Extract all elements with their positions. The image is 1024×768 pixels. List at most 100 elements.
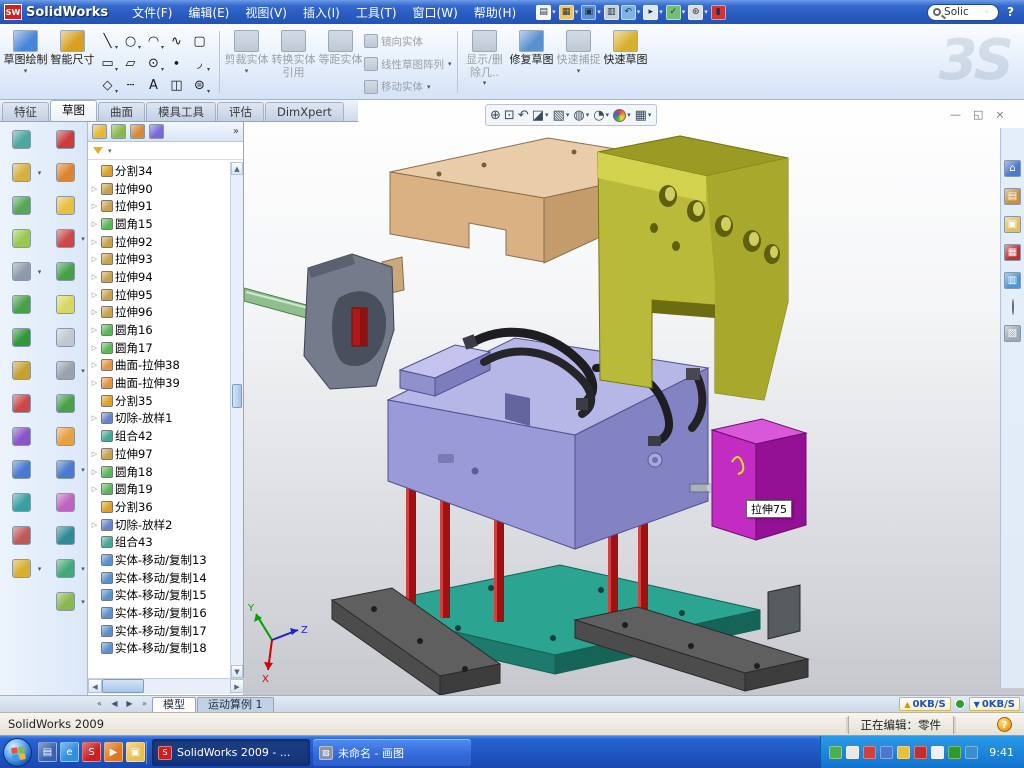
plane-tool[interactable]: ◫ [165, 74, 188, 96]
exploded-mold-assembly[interactable]: Y Z X [244, 122, 1000, 695]
chevron-down-icon[interactable]: ▾ [552, 8, 556, 16]
tree-item[interactable]: ▷拉伸95 [88, 286, 231, 304]
ribbon-tab[interactable]: 模具工具 [146, 102, 216, 121]
tree-item[interactable]: ▷拉伸96 [88, 304, 231, 322]
chevron-down-icon[interactable]: ▾ [483, 79, 487, 87]
polygon-tool[interactable]: ◇▾ [96, 74, 119, 96]
chevron-down-icon[interactable]: ▾ [81, 598, 85, 606]
line-tool[interactable]: ╲▾ [96, 30, 119, 52]
chevron-down-icon[interactable]: ▾ [81, 367, 85, 375]
left-tool-icon[interactable]: ▾ [56, 361, 75, 381]
graphics-viewport[interactable]: ⊕⊡↶◪▾▧▾◍▾◔▾▾▦▾ —◱× [244, 100, 1024, 695]
chevron-down-icon[interactable]: ▾ [207, 88, 210, 95]
zoom-fit-icon[interactable]: ⊕ [490, 108, 501, 123]
expand-arrow-icon[interactable]: ▷ [90, 202, 99, 210]
tree-item[interactable]: ▷拉伸91 [88, 197, 231, 215]
chevron-down-icon[interactable]: ▾ [637, 8, 641, 16]
chevron-down-icon[interactable]: ▾ [427, 83, 431, 91]
tree-item[interactable]: 实体-移动/复制17 [88, 622, 231, 640]
smart-dimension-button[interactable]: 智能尺寸 [49, 27, 96, 97]
scrollbar-thumb[interactable] [232, 384, 242, 408]
left-tool-icon[interactable]: ▾ [56, 460, 75, 480]
display-delete-relations-button[interactable]: 显示/删除几..▾ [461, 27, 508, 97]
expand-arrow-icon[interactable]: ▷ [90, 521, 99, 529]
menu-item[interactable]: 编辑(E) [180, 1, 237, 24]
tree-filter-row[interactable]: ▾ [88, 142, 243, 160]
slide-insert[interactable] [244, 254, 404, 389]
chevron-down-icon[interactable]: ▾ [81, 565, 85, 573]
chevron-down-icon[interactable]: ▾ [138, 44, 141, 51]
appearances-icon[interactable] [1012, 300, 1014, 314]
menu-item[interactable]: 视图(V) [237, 1, 295, 24]
menu-item[interactable]: 文件(F) [124, 1, 180, 24]
tree-item[interactable]: 组合43 [88, 533, 231, 551]
select-arrow-icon[interactable]: ▸▾ [643, 5, 664, 20]
tree-item[interactable]: ▷拉伸92 [88, 233, 231, 251]
expand-arrow-icon[interactable]: ▷ [90, 450, 99, 458]
tree-item[interactable]: ▷拉伸90 [88, 180, 231, 198]
chevron-down-icon[interactable]: ▾ [545, 111, 549, 119]
tree-item[interactable]: 实体-移动/复制18 [88, 640, 231, 658]
expand-arrow-icon[interactable]: ▷ [90, 468, 99, 476]
chevron-down-icon[interactable]: ▾ [115, 66, 118, 73]
left-tool-icon[interactable] [56, 394, 75, 414]
yellow-bracket[interactable] [598, 136, 788, 400]
model-tab[interactable]: 运动算例 1 [197, 697, 274, 712]
tree-item[interactable]: ▷切除-放样1 [88, 410, 231, 428]
chevron-down-icon[interactable]: ▾ [704, 8, 708, 16]
quick-snaps-button[interactable]: 快速捕捉▾ [555, 27, 602, 97]
featuremanager-tab-icon[interactable] [92, 124, 107, 139]
help-button[interactable]: ? [1007, 5, 1014, 19]
scroll-up-button[interactable]: ▲ [231, 162, 243, 175]
configurationmanager-tab-icon[interactable] [130, 124, 145, 139]
expand-arrow-icon[interactable]: ▷ [90, 220, 99, 228]
tree-item[interactable]: 分割34 [88, 162, 231, 180]
exit-marker-icon[interactable]: ▮ [711, 5, 726, 20]
section-view-icon[interactable]: ◪▾ [532, 108, 550, 123]
rebuild-icon[interactable]: ✓▾ [666, 5, 687, 20]
left-tool-icon[interactable] [12, 130, 31, 150]
restore-button[interactable]: ◱ [973, 108, 983, 121]
custom-properties-icon[interactable]: ▧ [1004, 325, 1021, 342]
rapid-sketch-button[interactable]: 快速草图 [602, 27, 649, 97]
centerline-tool[interactable]: ┄ [119, 74, 142, 96]
my-documents-icon[interactable]: ▣ [126, 742, 145, 762]
tray-icon[interactable] [914, 746, 927, 759]
design-library-icon[interactable]: ▤ [1004, 188, 1021, 205]
chevron-down-icon[interactable]: ▾ [627, 111, 631, 119]
left-tool-icon[interactable] [56, 295, 75, 315]
chevron-down-icon[interactable]: ▾ [161, 66, 164, 73]
tree-item[interactable]: ▷圆角15 [88, 215, 231, 233]
point-tool[interactable]: ∙ [165, 52, 188, 74]
repair-sketch-button[interactable]: 修复草图 [508, 27, 555, 97]
tray-icon[interactable] [965, 746, 978, 759]
solidworks-resources-icon[interactable]: ⌂ [1004, 160, 1021, 177]
ellipse-tool[interactable]: ⊜▾ [188, 74, 211, 96]
file-explorer-icon[interactable]: ▣ [1004, 216, 1021, 233]
ribbon-tab[interactable]: 草图 [50, 100, 97, 121]
left-tool-icon[interactable] [12, 361, 31, 381]
tree-item[interactable]: ▷圆角18 [88, 463, 231, 481]
tree-item[interactable]: 实体-移动/复制13 [88, 551, 231, 569]
trim-entities-button[interactable]: 剪裁实体▾ [223, 27, 270, 97]
left-tool-icon[interactable] [12, 229, 31, 249]
chevron-down-icon[interactable]: ▾ [115, 88, 118, 95]
left-tool-icon[interactable]: ▾ [12, 559, 31, 579]
chevron-down-icon[interactable]: ▾ [108, 147, 112, 155]
chevron-down-icon[interactable]: ▾ [207, 66, 210, 73]
expand-arrow-icon[interactable]: ▷ [90, 255, 99, 263]
last-tab-button[interactable]: » [137, 696, 152, 712]
tree-item[interactable]: 实体-移动/复制15 [88, 587, 231, 605]
search-input[interactable] [944, 6, 984, 18]
tray-icon[interactable] [880, 746, 893, 759]
print-icon[interactable]: ▥ [604, 5, 619, 20]
tray-icon[interactable] [931, 746, 944, 759]
expand-arrow-icon[interactable]: ▷ [90, 485, 99, 493]
show-desktop-icon[interactable]: ▤ [38, 742, 57, 762]
expand-arrow-icon[interactable]: ▷ [90, 273, 99, 281]
tree-item[interactable]: ▷曲面-拉伸38 [88, 357, 231, 375]
chevron-down-icon[interactable]: ▾ [575, 8, 579, 16]
first-tab-button[interactable]: « [92, 696, 107, 712]
chevron-down-icon[interactable]: ▾ [682, 8, 686, 16]
chevron-down-icon[interactable]: ▾ [577, 67, 581, 75]
